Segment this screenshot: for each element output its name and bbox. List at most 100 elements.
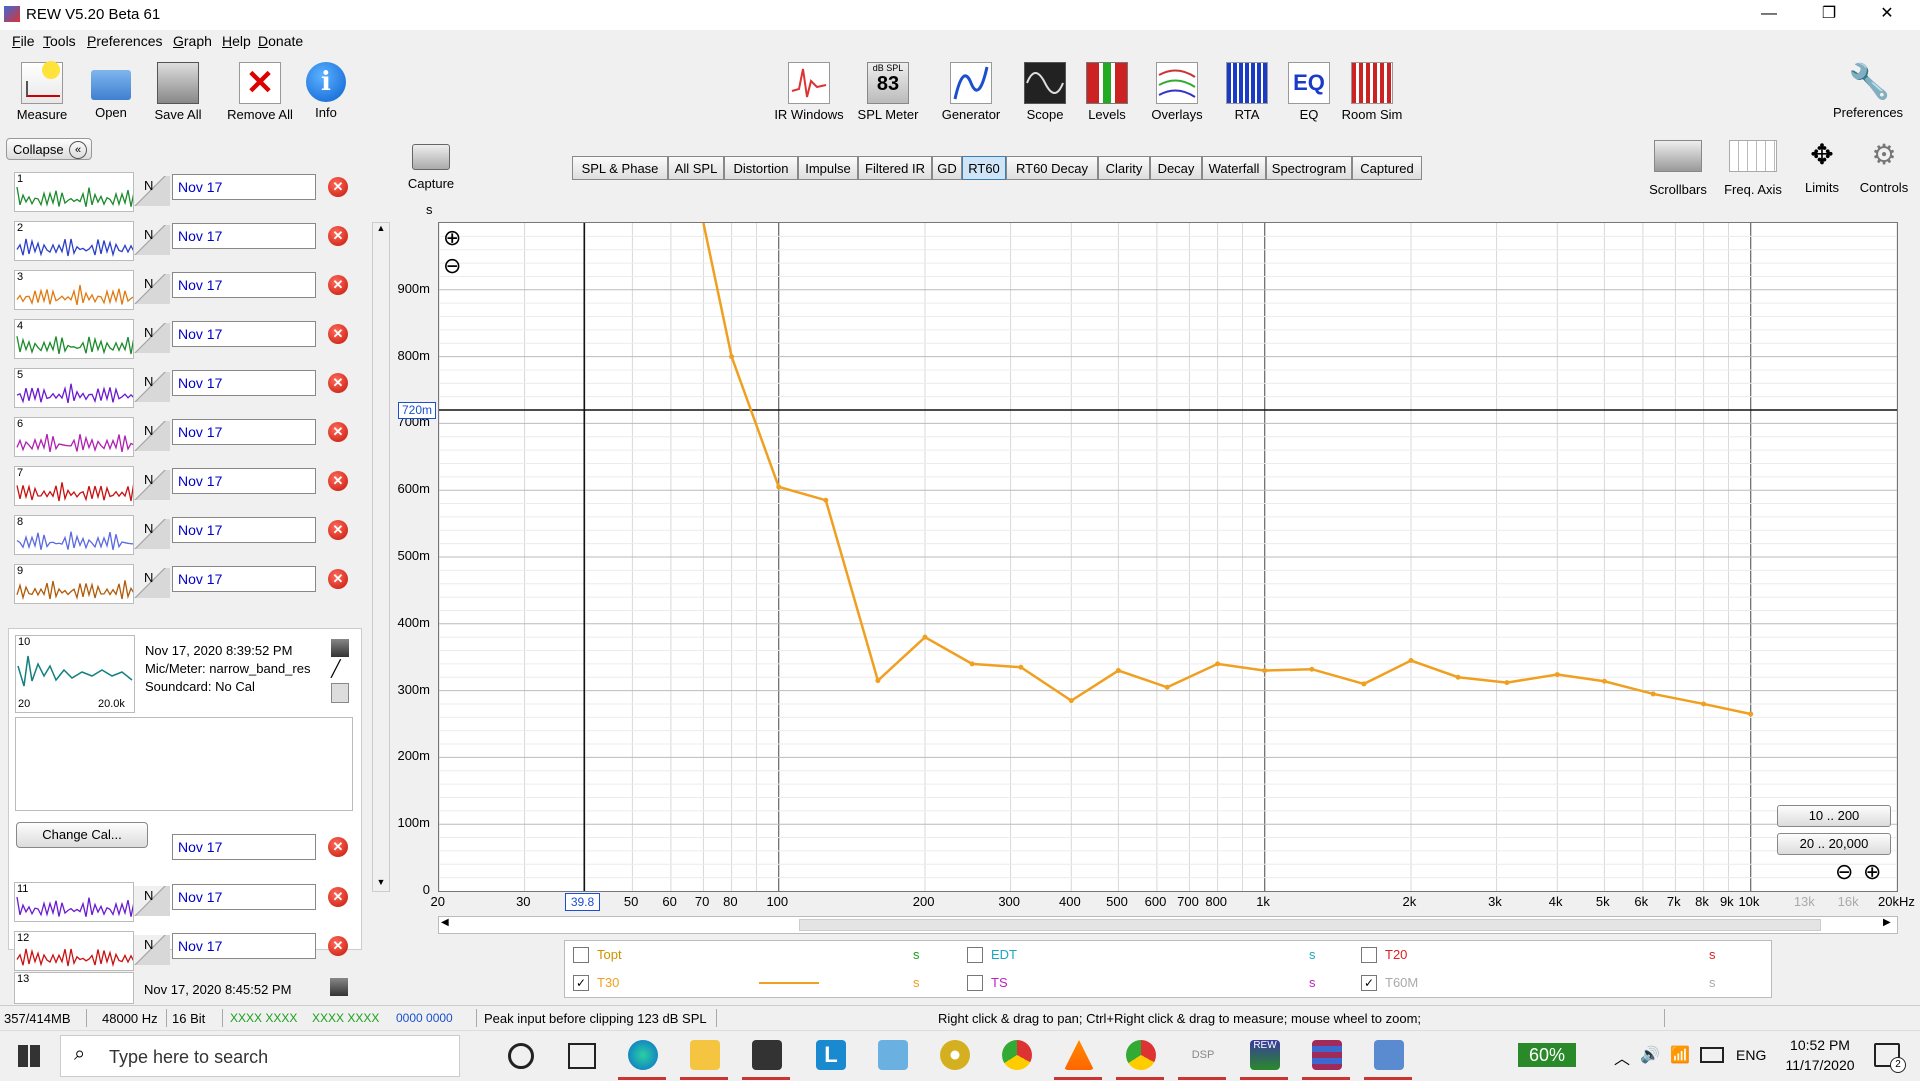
scroll-thumb[interactable] [799,919,1821,931]
edge-browser-icon[interactable] [628,1040,658,1070]
info-button[interactable]: i Info [290,62,362,120]
network-app-icon[interactable] [878,1040,908,1070]
delete-measurement-icon[interactable]: ✕ [328,373,348,393]
legend-checkbox-edt[interactable] [967,947,983,963]
legend-checkbox-t30[interactable]: ✓ [573,975,589,991]
measurement-thumbnail[interactable]: 5 [14,368,134,408]
close-button[interactable]: ✕ [1858,0,1916,30]
tab-rt60-decay[interactable]: RT60 Decay [1006,156,1098,180]
measurement-row[interactable]: 5 N Nov 17 ✕ [0,358,362,408]
measurement-thumbnail[interactable]: 1 [14,172,134,212]
menu-file[interactable]: File [12,33,35,49]
minimize-button[interactable]: — [1740,0,1798,30]
limits-button[interactable]: ✥ Limits [1792,140,1852,196]
measurement-thumbnail[interactable]: 12 [14,931,134,971]
measurement-row[interactable]: 6 N Nov 17 ✕ [0,407,362,457]
measurement-thumbnail[interactable]: 3 [14,270,134,310]
measurement-thumbnail[interactable]: 8 [14,515,134,555]
tab-rt60[interactable]: RT60 [962,156,1006,180]
graph-horizontal-scrollbar[interactable]: ◀ ▶ [438,916,1898,934]
vlc-icon[interactable] [1064,1040,1094,1070]
capture-button[interactable]: Capture [398,144,464,191]
collapse-button[interactable]: Collapse « [6,138,92,160]
delete-measurement-icon[interactable]: ✕ [328,520,348,540]
file-explorer-icon[interactable] [690,1040,720,1070]
tab-spectrogram[interactable]: Spectrogram [1266,156,1352,180]
measurement-row[interactable]: 1 N Nov 17 ✕ [0,162,362,212]
measurement-thumbnail[interactable]: 9 [14,564,134,604]
measurement-name-input[interactable]: Nov 17 [172,223,316,249]
export-icon[interactable] [330,978,348,996]
measurement-row[interactable]: 12 N Nov 17 ✕ [0,921,362,971]
menu-tools[interactable]: Tools [43,33,76,49]
controls-button[interactable]: ⚙ Controls [1852,140,1916,196]
disc-app-icon[interactable] [940,1040,970,1070]
preferences-button[interactable]: 🔧 Preferences [1828,62,1908,120]
delete-measurement-icon[interactable]: ✕ [328,275,348,295]
legend-checkbox-ts[interactable] [967,975,983,991]
measurement-thumbnail[interactable]: 2 [14,221,134,261]
rew-taskbar-icon[interactable]: REW [1250,1040,1280,1070]
remove-all-button[interactable]: ✕ Remove All [224,62,296,122]
taskbar-clock[interactable]: 10:52 PM [1780,1037,1860,1053]
measurement-row[interactable]: 9 N Nov 17 ✕ [0,554,362,604]
winrar-icon[interactable] [1312,1040,1342,1070]
delete-measurement-icon[interactable]: ✕ [328,226,348,246]
restore-button[interactable]: ❐ [1800,0,1858,30]
calculator-icon[interactable] [1374,1040,1404,1070]
save-all-button[interactable]: Save All [142,62,214,122]
measurement-name-input[interactable]: Nov 17 [172,566,316,592]
menu-graph[interactable]: Graph [173,33,212,49]
input-language[interactable]: ENG [1736,1047,1766,1063]
room-sim-button[interactable]: Room Sim [1335,62,1409,122]
tab-captured[interactable]: Captured [1352,156,1422,180]
range-10-200-button[interactable]: 10 .. 200 [1777,805,1891,827]
generator-button[interactable]: Generator [935,62,1007,122]
tab-gd[interactable]: GD [932,156,962,180]
delete-measurement-icon[interactable]: ✕ [328,324,348,344]
volume-icon[interactable]: 🔊 [1640,1045,1660,1065]
battery-widget[interactable]: 60% [1518,1043,1576,1067]
measurement-name-input[interactable]: Nov 17 [172,834,316,860]
delete-measurement-icon[interactable]: ✕ [328,422,348,442]
delete-measurement-icon[interactable]: ✕ [328,177,348,197]
measure-button[interactable]: Measure [6,61,78,122]
wifi-icon[interactable]: 📶 [1670,1045,1690,1065]
store-icon[interactable] [752,1040,782,1070]
tab-distortion[interactable]: Distortion [724,156,798,180]
measurement-name-input[interactable]: Nov 17 [172,321,316,347]
zoom-out-x-icon[interactable]: ⊖ [1835,861,1853,883]
chrome-profile-icon[interactable] [1126,1040,1156,1070]
battery-icon[interactable] [1700,1047,1724,1063]
menu-preferences[interactable]: Preferences [87,33,163,49]
measurement-row[interactable]: 4 N Nov 17 ✕ [0,309,362,359]
zoom-in-x-icon[interactable]: ⊕ [1863,861,1881,883]
tab-impulse[interactable]: Impulse [798,156,858,180]
range-20-20000-button[interactable]: 20 .. 20,000 [1777,833,1891,855]
windows-start-icon[interactable] [18,1045,40,1067]
legend-checkbox-topt[interactable] [573,947,589,963]
measurement-name-input[interactable]: Nov 17 [172,884,316,910]
tab-clarity[interactable]: Clarity [1098,156,1150,180]
selected-measurement-thumbnail[interactable]: 10 20 20.0k [15,635,135,713]
tab-waterfall[interactable]: Waterfall [1202,156,1266,180]
measurement-row[interactable]: 3 N Nov 17 ✕ [0,260,362,310]
measurement-name-input[interactable]: Nov 17 [172,272,316,298]
freq-axis-button[interactable]: Freq. Axis [1714,140,1792,197]
ir-windows-button[interactable]: IR Windows [772,62,846,122]
export-icon[interactable] [331,639,349,657]
measurement-row[interactable]: 8 N Nov 17 ✕ [0,505,362,555]
delete-measurement-icon[interactable]: ✕ [328,837,348,857]
taskbar-date[interactable]: 11/17/2020 [1780,1057,1860,1073]
change-cal-button[interactable]: Change Cal... [16,822,148,848]
overlays-button[interactable]: Overlays [1141,62,1213,122]
delete-measurement-icon[interactable]: ✕ [328,887,348,907]
measurement-thumbnail[interactable]: 13 [14,972,134,1004]
scroll-right-icon[interactable]: ▶ [1883,917,1891,928]
menu-donate[interactable]: Donate [258,33,303,49]
tab-decay[interactable]: Decay [1150,156,1202,180]
zoom-out-y-icon[interactable]: ⊖ [443,255,461,277]
spl-meter-button[interactable]: dB SPL 83 SPL Meter [852,62,924,122]
delete-measurement-icon[interactable]: ✕ [328,936,348,956]
tab-filtered-ir[interactable]: Filtered IR [858,156,932,180]
